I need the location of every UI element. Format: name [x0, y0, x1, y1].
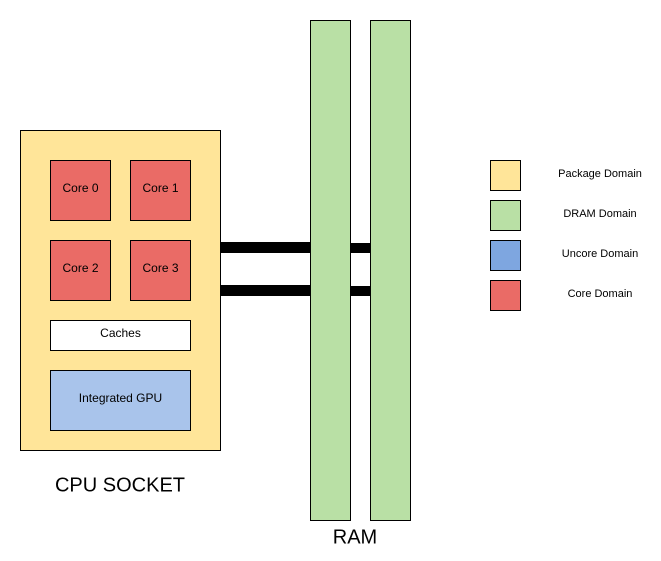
legend-swatch-core: [490, 280, 521, 311]
core-2: Core 2: [50, 240, 111, 301]
memory-link-2b: [350, 286, 371, 296]
legend: Package Domain DRAM Domain Uncore Domain…: [490, 160, 642, 311]
legend-label: Uncore Domain: [562, 248, 638, 260]
memory-link-2: [220, 285, 311, 296]
caches-label: Caches: [100, 326, 141, 340]
legend-swatch-uncore: [490, 240, 521, 271]
legend-swatch-package: [490, 160, 521, 191]
memory-link-1b: [350, 243, 371, 253]
gpu-label: Integrated GPU: [79, 391, 162, 405]
core-0: Core 0: [50, 160, 111, 221]
legend-swatch-dram: [490, 200, 521, 231]
ram-label: RAM: [333, 526, 377, 548]
core-label: Core 2: [62, 261, 98, 275]
core-label: Core 3: [142, 261, 178, 275]
core-label: Core 0: [62, 181, 98, 195]
legend-label: Package Domain: [558, 168, 642, 180]
legend-label: Core Domain: [568, 288, 633, 300]
core-3: Core 3: [130, 240, 191, 301]
ram-stick-2: [370, 20, 411, 521]
core-1: Core 1: [130, 160, 191, 221]
integrated-gpu: Integrated GPU: [50, 370, 191, 431]
cpu-socket: Core 0 Core 1 Core 2 Core 3 Caches Integ…: [20, 130, 221, 451]
caches: Caches: [50, 320, 191, 351]
legend-label: DRAM Domain: [563, 208, 636, 220]
cpu-socket-label: CPU SOCKET: [55, 474, 185, 496]
memory-link-1: [220, 242, 311, 253]
core-label: Core 1: [142, 181, 178, 195]
rapl-domain-diagram: Core 0 Core 1 Core 2 Core 3 Caches Integ…: [20, 20, 642, 548]
ram-stick-1: [310, 20, 351, 521]
